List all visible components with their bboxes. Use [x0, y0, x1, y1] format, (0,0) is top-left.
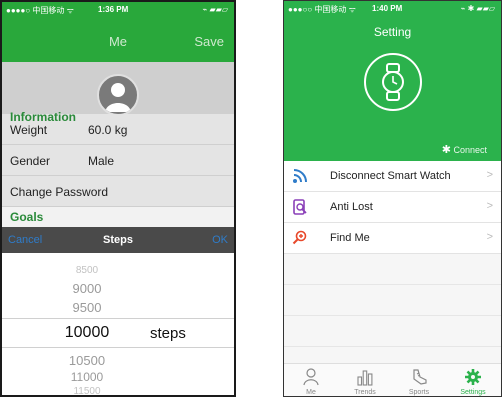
divider — [284, 315, 501, 316]
divider — [284, 346, 501, 347]
chevron-right-icon: > — [486, 231, 493, 243]
picker-unit: steps — [150, 325, 186, 342]
change-password-row[interactable]: Change Password — [2, 176, 234, 207]
gender-label: Gender — [10, 154, 51, 168]
status-carrier: ●●●○○ 中国移动 ᯤ — [288, 5, 356, 14]
connect-button[interactable]: ✱ Connect — [442, 143, 487, 156]
selection-line-bottom — [2, 347, 234, 348]
chevron-right-icon: > — [486, 169, 493, 181]
tab-settings[interactable]: Settings — [446, 364, 500, 396]
chevron-right-icon: > — [486, 200, 493, 212]
section-goals: Goals — [10, 210, 44, 224]
status-battery: ⌁ ✱ ▰▰▱ — [460, 4, 495, 13]
picker-option[interactable]: 11000 — [2, 370, 172, 384]
status-time: 1:40 PM — [372, 4, 403, 13]
change-password-label: Change Password — [10, 185, 109, 199]
divider — [284, 284, 501, 285]
picker-toolbar: Cancel Steps OK — [2, 227, 234, 253]
menu-item-label: Find Me — [330, 232, 370, 244]
ok-button[interactable]: OK — [212, 234, 228, 246]
tab-sports[interactable]: Sports — [392, 364, 446, 396]
watch-glyph-icon — [382, 63, 404, 101]
me-screen: ●●●●○ 中国移动 ᯤ 1:36 PM ⌁ ▰▰▱ Me Save Infor… — [0, 0, 236, 397]
menu-item-anti-lost[interactable]: Anti Lost > — [284, 192, 501, 223]
person-icon — [303, 368, 319, 386]
picker-option[interactable]: 11500 — [2, 386, 172, 395]
save-button[interactable]: Save — [194, 34, 224, 49]
weight-label: Weight — [10, 123, 48, 137]
avatar[interactable] — [97, 74, 139, 116]
weight-value: 60.0 kg — [88, 123, 128, 137]
signal-icon — [293, 169, 307, 183]
settings-screen: ●●●○○ 中国移动 ᯤ 1:40 PM ⌁ ✱ ▰▰▱ Setting ✱ C… — [283, 0, 502, 397]
person-icon — [105, 83, 131, 112]
gender-row[interactable]: Gender Male — [2, 145, 234, 176]
picker-option[interactable]: 9000 — [2, 281, 172, 296]
tab-bar: Me Trends Sports Settings — [284, 363, 501, 396]
tab-label: Trends — [354, 389, 376, 396]
tab-me[interactable]: Me — [284, 364, 338, 396]
picker-option[interactable]: 9500 — [2, 300, 172, 315]
menu-item-find-me[interactable]: Find Me > — [284, 223, 501, 254]
connect-label: Connect — [453, 145, 487, 155]
phone-search-icon — [293, 199, 307, 215]
picker-title: Steps — [103, 234, 133, 246]
magnifier-plus-icon — [292, 230, 307, 245]
bar-chart-icon — [357, 370, 373, 386]
selection-line-top — [2, 318, 234, 319]
tab-trends[interactable]: Trends — [338, 364, 392, 396]
menu-item-label: Anti Lost — [330, 201, 373, 213]
page-title: Setting — [373, 25, 412, 39]
tab-label: Settings — [460, 389, 486, 396]
menu-item-disconnect[interactable]: Disconnect Smart Watch > — [284, 161, 501, 192]
picker-option[interactable]: 10500 — [2, 353, 172, 368]
shoe-icon — [413, 369, 427, 385]
status-time: 1:36 PM — [98, 5, 129, 14]
picker-selected-value[interactable]: 10000 — [2, 324, 172, 342]
tab-label: Me — [306, 389, 316, 396]
status-battery: ⌁ ▰▰▱ — [202, 5, 229, 14]
menu-item-label: Disconnect Smart Watch — [330, 170, 451, 182]
gear-icon — [465, 369, 481, 385]
status-carrier: ●●●●○ 中国移动 ᯤ — [6, 6, 74, 15]
steps-picker[interactable]: 8500 9000 9500 10000 steps 10500 11000 1… — [2, 253, 234, 395]
bluetooth-icon: ✱ — [441, 144, 451, 156]
section-information-overlay: Information — [10, 110, 76, 124]
picker-option[interactable]: 8500 — [2, 265, 172, 276]
gender-value: Male — [88, 154, 115, 168]
tab-label: Sports — [408, 389, 430, 396]
watch-icon[interactable] — [364, 53, 422, 111]
